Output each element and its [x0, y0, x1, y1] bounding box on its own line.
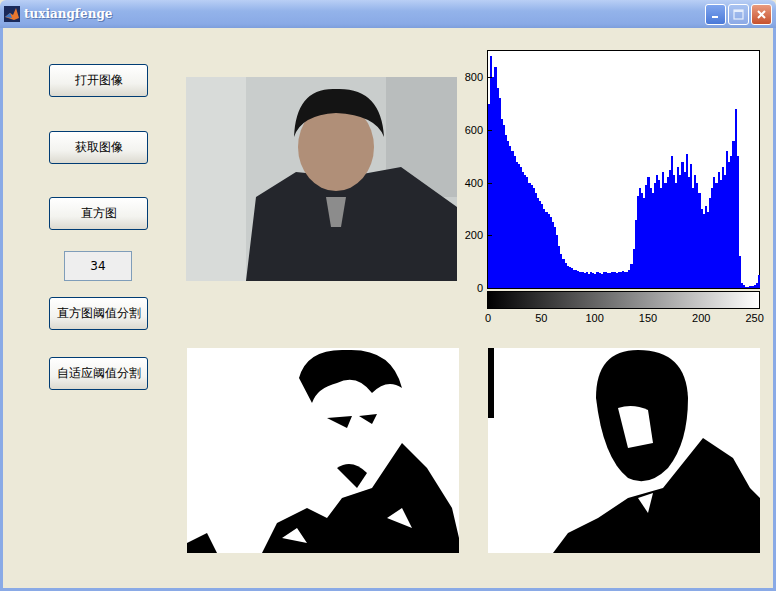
x-tick-label: 100 [585, 312, 603, 324]
y-tick-label: 400 [465, 177, 483, 189]
minimize-icon [711, 9, 721, 19]
y-tick-label: 800 [465, 71, 483, 83]
y-tick-mark [488, 183, 492, 184]
close-button[interactable] [751, 4, 772, 25]
adaptive-threshold-result [488, 348, 760, 553]
matlab-logo-icon [4, 6, 20, 22]
y-tick-label: 600 [465, 124, 483, 136]
figure-area: 打开图像获取图像直方图直方图阈值分割自适应阈值分割 020040060080 [0, 28, 776, 591]
histogram-threshold-result [187, 348, 459, 553]
app-window: tuxiangfenge 打开图像获取图像直方图直方图阈值分割自适应阈值分割 [0, 0, 776, 591]
control-panel: 打开图像获取图像直方图直方图阈值分割自适应阈值分割 [3, 28, 186, 588]
action-button[interactable]: 打开图像 [49, 64, 148, 97]
y-tick-label: 200 [465, 229, 483, 241]
maximize-icon [733, 9, 744, 20]
y-tick-mark [488, 235, 492, 236]
x-tick-label: 250 [745, 312, 763, 324]
histogram-axes: 0 200 400 600 800 0 50 100 150 200 250 [459, 50, 760, 348]
x-tick-label: 200 [692, 312, 710, 324]
maximize-button[interactable] [728, 4, 749, 25]
x-tick-label: 50 [535, 312, 547, 324]
y-tick-mark [488, 77, 492, 78]
close-icon [756, 9, 767, 20]
title-bar: tuxiangfenge [0, 0, 776, 28]
x-tick-label: 150 [639, 312, 657, 324]
histogram-plot [487, 50, 760, 289]
source-photo [186, 77, 457, 281]
gray-colorbar [487, 291, 760, 309]
histogram-bar [758, 275, 760, 288]
window-title: tuxiangfenge [24, 7, 705, 21]
threshold-field[interactable] [64, 251, 132, 281]
action-button[interactable]: 自适应阈值分割 [49, 357, 148, 390]
action-button[interactable]: 直方图阈值分割 [49, 297, 148, 330]
x-tick-label: 0 [485, 312, 491, 324]
y-tick-label: 0 [477, 282, 483, 294]
y-tick-mark [488, 288, 492, 289]
action-button[interactable]: 直方图 [49, 197, 148, 230]
action-button[interactable]: 获取图像 [49, 131, 148, 164]
axes-area: 0 200 400 600 800 0 50 100 150 200 250 [186, 28, 760, 588]
minimize-button[interactable] [705, 4, 726, 25]
y-tick-mark [488, 130, 492, 131]
